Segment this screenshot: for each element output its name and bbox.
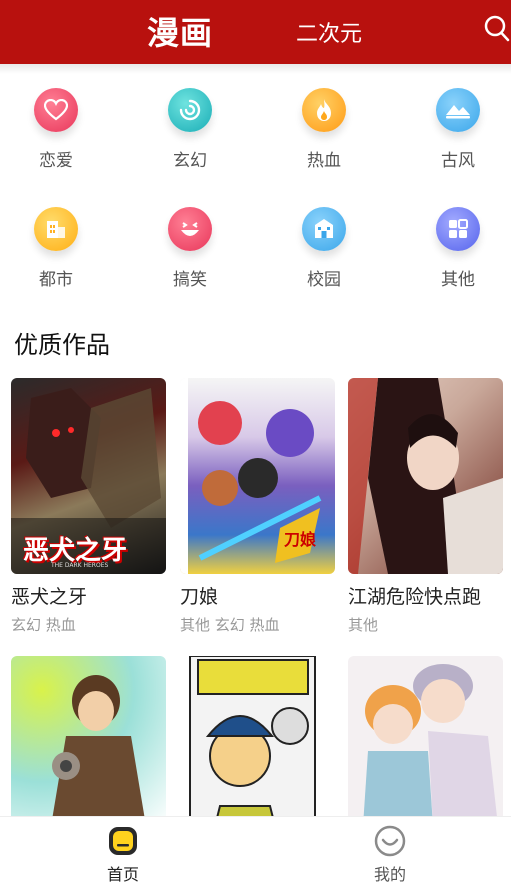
smile-icon xyxy=(374,825,406,857)
comic-card[interactable]: 刀娘 刀娘 其他 玄幻 热血 xyxy=(180,378,335,635)
tab-manhua[interactable]: 漫画 xyxy=(147,8,213,54)
cover-title-text: 刀娘 xyxy=(284,530,317,549)
building-icon xyxy=(34,207,78,251)
top-header: 漫画 二次元 xyxy=(0,0,511,64)
section-title: 优质作品 xyxy=(14,331,110,359)
category-label: 热血 xyxy=(307,151,341,171)
category-hotblood[interactable]: 热血 xyxy=(274,88,374,171)
category-label: 其他 xyxy=(441,270,475,290)
comic-cover[interactable]: 恶犬之牙 THE DARK HEROES xyxy=(11,378,166,574)
landscape-icon xyxy=(436,88,480,132)
category-label: 古风 xyxy=(441,151,475,171)
nav-mine-label: 我的 xyxy=(373,865,406,884)
category-ancient[interactable]: 古风 xyxy=(408,88,508,171)
comic-title[interactable]: 恶犬之牙 xyxy=(11,582,166,609)
comic-title[interactable]: 刀娘 xyxy=(180,582,335,609)
grid-icon xyxy=(436,207,480,251)
category-funny[interactable]: 搞笑 xyxy=(140,207,240,290)
flame-icon xyxy=(302,88,346,132)
comic-cover[interactable] xyxy=(348,378,503,574)
comic-card[interactable] xyxy=(11,656,166,839)
search-icon[interactable] xyxy=(484,15,510,43)
comic-card[interactable] xyxy=(348,656,503,839)
comic-tags: 玄幻 热血 xyxy=(11,616,76,634)
bottom-nav: 首页 我的 xyxy=(0,816,511,892)
category-romance[interactable]: 恋爱 xyxy=(6,88,106,171)
school-icon xyxy=(302,207,346,251)
category-campus[interactable]: 校园 xyxy=(274,207,374,290)
category-label: 校园 xyxy=(307,270,341,290)
comic-cover[interactable]: 刀娘 xyxy=(180,378,335,574)
comic-card[interactable] xyxy=(180,656,335,839)
swirl-icon xyxy=(168,88,212,132)
category-label: 搞笑 xyxy=(173,270,207,290)
category-label: 恋爱 xyxy=(39,151,73,171)
cover-subtitle-text: THE DARK HEROES xyxy=(51,562,109,569)
nav-home[interactable]: 首页 xyxy=(83,825,163,885)
nav-mine[interactable]: 我的 xyxy=(350,825,430,885)
comic-cover[interactable] xyxy=(348,656,503,826)
comic-card[interactable]: 江湖危险快点跑 其他 xyxy=(348,378,503,635)
comic-card[interactable]: 恶犬之牙 THE DARK HEROES 恶犬之牙 玄幻 热血 xyxy=(11,378,166,635)
category-city[interactable]: 都市 xyxy=(6,207,106,290)
nav-home-label: 首页 xyxy=(106,865,139,884)
home-face-icon xyxy=(107,825,139,857)
comic-tags: 其他 xyxy=(348,616,379,634)
comic-tags: 其他 玄幻 热血 xyxy=(180,616,280,634)
category-label: 玄幻 xyxy=(173,151,207,171)
category-other[interactable]: 其他 xyxy=(408,207,508,290)
header-shadow xyxy=(0,64,511,74)
comic-cover[interactable] xyxy=(180,656,335,826)
category-label: 都市 xyxy=(39,270,73,290)
comic-title[interactable]: 江湖危险快点跑 xyxy=(348,582,503,609)
laugh-icon xyxy=(168,207,212,251)
comic-cover[interactable] xyxy=(11,656,166,826)
category-fantasy[interactable]: 玄幻 xyxy=(140,88,240,171)
heart-icon xyxy=(34,88,78,132)
tab-ciyuan[interactable]: 二次元 xyxy=(296,16,362,48)
